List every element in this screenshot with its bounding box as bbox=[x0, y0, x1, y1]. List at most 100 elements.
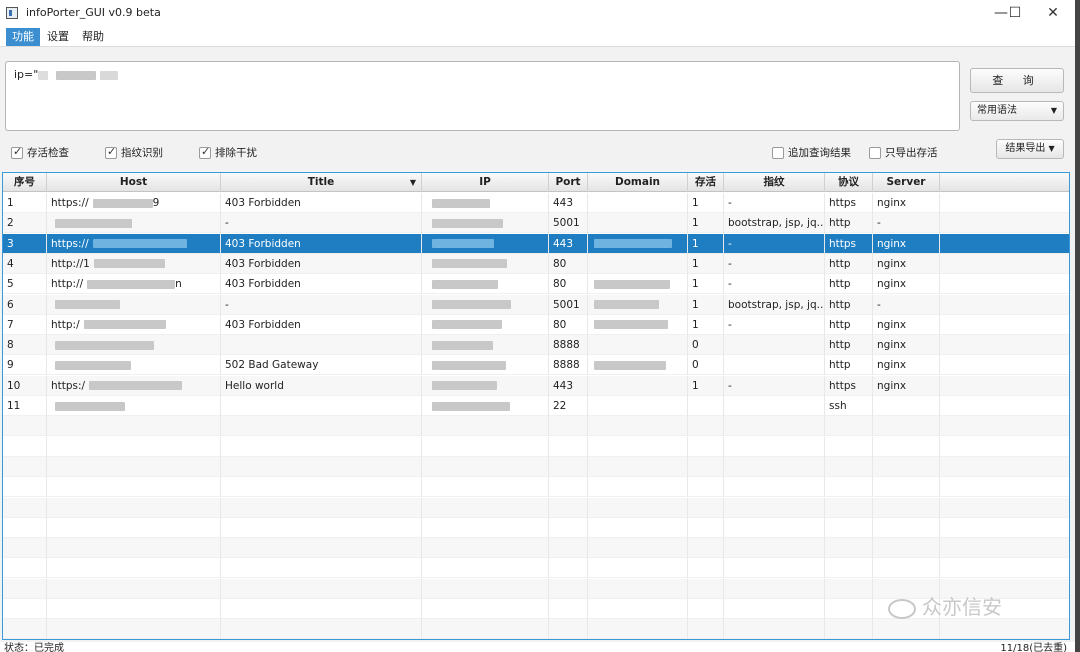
table-row[interactable]: 11 22 ssh bbox=[3, 396, 1069, 416]
syntax-select-label: 常用语法 bbox=[977, 105, 1017, 116]
cell-domain bbox=[588, 213, 688, 234]
col-header-title[interactable]: Title ▼ bbox=[221, 173, 422, 192]
result-count: 11/18(已去重) bbox=[1000, 643, 1067, 652]
cell-server: nginx bbox=[873, 335, 940, 356]
cell-pad bbox=[940, 335, 1069, 355]
cell-proto bbox=[825, 517, 873, 538]
table-row-empty[interactable] bbox=[3, 538, 1069, 559]
cell-domain bbox=[588, 274, 688, 295]
cell-proto bbox=[825, 416, 873, 437]
cell-port: 443 bbox=[549, 375, 588, 396]
cell-alive bbox=[688, 538, 724, 559]
chevron-down-icon: ▼ bbox=[1050, 106, 1057, 115]
cell-port bbox=[549, 416, 588, 437]
append-results-checkbox[interactable]: 追加查询结果 bbox=[772, 146, 851, 162]
table-row[interactable]: 1 https://9 403 Forbidden 443 1- https nginx bbox=[3, 193, 1069, 213]
cell-port bbox=[549, 497, 588, 518]
cell-title: 403 Forbidden bbox=[221, 314, 422, 335]
table-row-empty[interactable] bbox=[3, 477, 1069, 498]
col-header-domain[interactable]: Domain bbox=[588, 173, 688, 192]
cell-ip bbox=[422, 355, 549, 376]
cell-title: - bbox=[221, 213, 422, 234]
cell-alive bbox=[688, 477, 724, 498]
table-row[interactable]: 3 https:// 403 Forbidden 443 1- https nginx bbox=[3, 233, 1069, 254]
table-row-empty[interactable] bbox=[3, 416, 1069, 437]
cell-proto bbox=[825, 497, 873, 518]
results-table[interactable]: 序号 Host Title ▼ IP Port Domain 存活 指纹 协议 S… bbox=[2, 172, 1070, 640]
cell-proto: http bbox=[825, 213, 873, 234]
table-row-empty[interactable] bbox=[3, 558, 1069, 579]
menu-function[interactable]: 功能 bbox=[6, 28, 40, 46]
cell-host: https:// bbox=[47, 233, 221, 254]
table-row[interactable]: 10 https:/ Hello world 443 1- https nginx bbox=[3, 375, 1069, 396]
cell-alive bbox=[688, 436, 724, 457]
alive-check-checkbox[interactable]: 存活检查 bbox=[11, 145, 69, 162]
col-header-port[interactable]: Port bbox=[549, 173, 588, 192]
table-row-empty[interactable] bbox=[3, 497, 1069, 518]
cell-ip bbox=[422, 436, 549, 457]
cell-server bbox=[873, 497, 940, 518]
cell-title bbox=[221, 538, 422, 559]
table-row-empty[interactable] bbox=[3, 619, 1069, 639]
col-header-fingerprint[interactable]: 指纹 bbox=[724, 173, 825, 192]
col-header-ip[interactable]: IP bbox=[422, 173, 549, 192]
table-row-empty[interactable] bbox=[3, 436, 1069, 457]
cell-port bbox=[549, 599, 588, 619]
table-row[interactable]: 4 http://1 403 Forbidden 80 1- http nginx bbox=[3, 253, 1069, 274]
query-button[interactable]: 查 询 bbox=[970, 68, 1064, 93]
cell-pad bbox=[940, 477, 1069, 497]
cell-no: 1 bbox=[3, 193, 47, 213]
query-input[interactable]: ip=" bbox=[5, 61, 960, 131]
table-row-empty[interactable] bbox=[3, 456, 1069, 477]
cell-title bbox=[221, 416, 422, 437]
col-header-protocol[interactable]: 协议 bbox=[825, 173, 873, 192]
cell-fp bbox=[724, 599, 825, 619]
cell-server: nginx bbox=[873, 233, 940, 254]
menu-help[interactable]: 帮助 bbox=[76, 28, 110, 46]
cell-pad bbox=[940, 538, 1069, 558]
cell-no: 4 bbox=[3, 253, 47, 274]
col-header-alive[interactable]: 存活 bbox=[688, 173, 724, 192]
cell-proto bbox=[825, 599, 873, 619]
cell-proto: https bbox=[825, 193, 873, 213]
cell-proto: http bbox=[825, 314, 873, 335]
cell-no bbox=[3, 416, 47, 437]
table-row[interactable]: 6-5001 1 bootstrap, jsp, jq... http - bbox=[3, 294, 1069, 315]
cell-alive bbox=[688, 416, 724, 437]
syntax-select[interactable]: 常用语法 ▼ bbox=[970, 101, 1064, 121]
cell-fp: bootstrap, jsp, jq... bbox=[724, 213, 825, 234]
cell-proto bbox=[825, 456, 873, 477]
cell-port bbox=[549, 538, 588, 559]
col-header-no[interactable]: 序号 bbox=[3, 173, 47, 192]
cell-pad bbox=[940, 619, 1069, 639]
cell-host: http:/ bbox=[47, 314, 221, 335]
table-row[interactable]: 5 http:// n 403 Forbidden 80 1- http nginx bbox=[3, 274, 1069, 295]
status-bar: 状态：已完成 11/18(已去重) bbox=[0, 638, 1075, 652]
close-button[interactable]: ✕ bbox=[1030, 0, 1076, 26]
col-header-host[interactable]: Host bbox=[47, 173, 221, 192]
cell-fp bbox=[724, 497, 825, 518]
fingerprint-checkbox[interactable]: 指纹识别 bbox=[105, 145, 163, 162]
exclude-noise-checkbox[interactable]: 排除干扰 bbox=[199, 145, 257, 162]
cell-domain bbox=[588, 375, 688, 396]
table-row[interactable]: 2-5001 1 bootstrap, jsp, jq... http - bbox=[3, 213, 1069, 234]
cell-no bbox=[3, 538, 47, 559]
menu-bar: 功能 设置 帮助 bbox=[0, 26, 1075, 46]
col-header-server[interactable]: Server bbox=[873, 173, 940, 192]
cell-server bbox=[873, 517, 940, 538]
cell-host bbox=[47, 517, 221, 538]
table-row-empty[interactable] bbox=[3, 517, 1069, 538]
cell-no bbox=[3, 477, 47, 498]
menu-settings[interactable]: 设置 bbox=[41, 28, 75, 46]
export-button[interactable]: 结果导出 ▼ bbox=[996, 139, 1064, 159]
cell-domain bbox=[588, 619, 688, 639]
cell-port bbox=[549, 436, 588, 457]
cell-proto bbox=[825, 619, 873, 639]
cell-ip bbox=[422, 558, 549, 579]
cell-proto: https bbox=[825, 375, 873, 396]
table-row[interactable]: 7 http:/ 403 Forbidden 80 1- http nginx bbox=[3, 314, 1069, 335]
table-row[interactable]: 8 8888 0 http nginx bbox=[3, 335, 1069, 356]
export-alive-only-checkbox[interactable]: 只导出存活 bbox=[869, 146, 938, 162]
cell-proto: http bbox=[825, 335, 873, 356]
table-row[interactable]: 9 502 Bad Gateway 8888 0 http nginx bbox=[3, 355, 1069, 376]
